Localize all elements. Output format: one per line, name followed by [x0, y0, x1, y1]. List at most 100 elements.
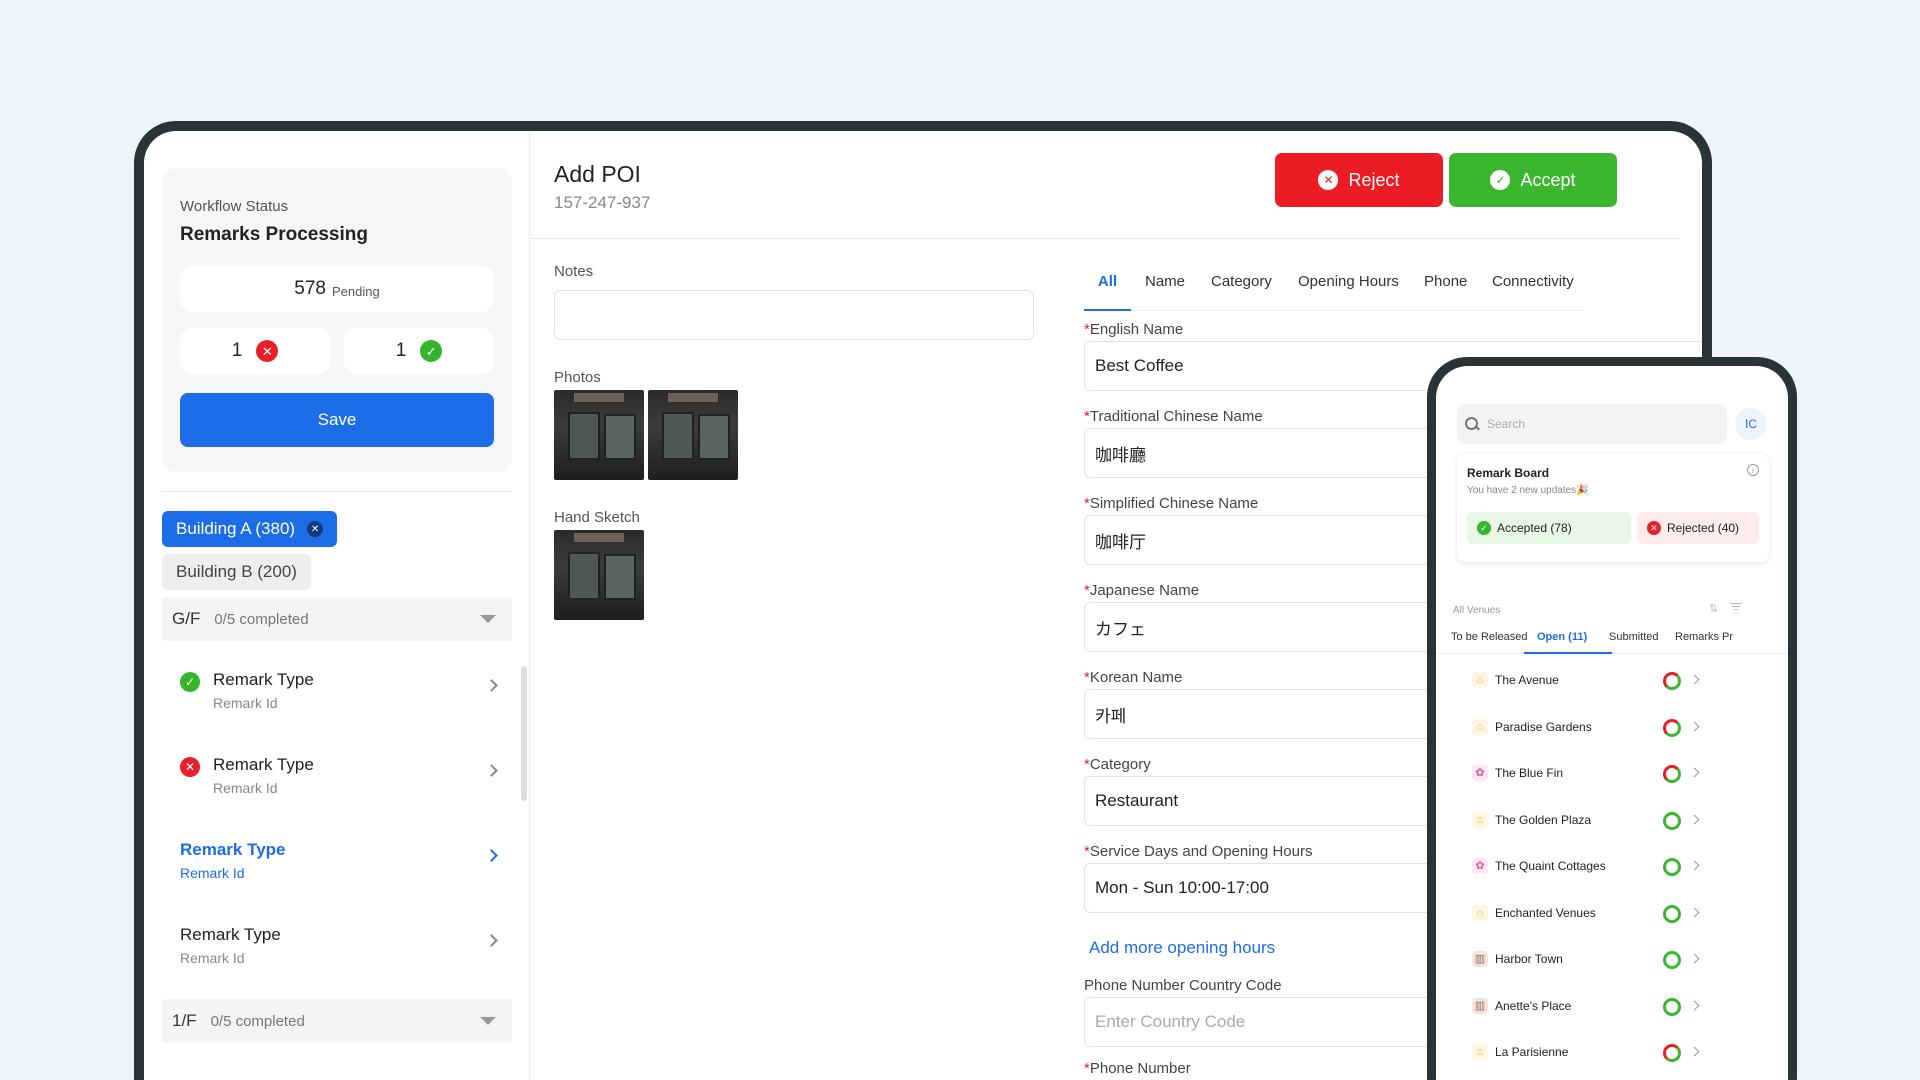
page-title: Add POI: [554, 161, 641, 187]
flower-icon: ✿: [1472, 858, 1488, 874]
venue-row[interactable]: ⌂ The Avenue: [1436, 658, 1788, 704]
notes-input[interactable]: [554, 290, 1034, 340]
venue-name: Paradise Gardens: [1495, 719, 1592, 734]
photo-thumbnail[interactable]: [554, 390, 644, 480]
venue-name: Anette's Place: [1495, 998, 1572, 1013]
remark-id: Remark Id: [213, 780, 278, 796]
chevron-right-icon: [1689, 1000, 1700, 1010]
phone-frame: Search IC Remark Board You have 2 new up…: [1427, 357, 1797, 1080]
mobile-search-input[interactable]: Search: [1457, 404, 1727, 444]
venue-row[interactable]: ⌂ Paradise Gardens: [1436, 705, 1788, 751]
venue-row[interactable]: ✿ The Quaint Cottages: [1436, 844, 1788, 890]
accepted-icon: ✓: [420, 340, 443, 362]
building-chip-label: Building A (380): [176, 519, 296, 538]
remark-item[interactable]: ✕ Remark Type Remark Id: [162, 752, 502, 812]
accept-label: Accept: [1520, 169, 1576, 190]
traditional-chinese-name-label: *Traditional Chinese Name: [1084, 408, 1263, 425]
tab-category[interactable]: Category: [1211, 271, 1272, 311]
venue-name: Harbor Town: [1495, 952, 1563, 966]
chevron-right-icon: [1689, 860, 1700, 871]
status-ring-icon: [1663, 718, 1681, 737]
japanese-name-label: *Japanese Name: [1084, 582, 1200, 599]
floor-header-gf[interactable]: G/F 0/5 completed: [162, 597, 512, 641]
chevron-right-icon: [485, 849, 498, 862]
remark-board-card: Remark Board You have 2 new updates🎉 i ✓…: [1457, 454, 1769, 562]
remark-title: Remark Type: [180, 925, 281, 944]
check-circle-icon: ✓: [1490, 170, 1511, 190]
photo-thumbnail[interactable]: [648, 390, 738, 480]
tab-connectivity[interactable]: Connectivity: [1492, 271, 1574, 311]
simplified-chinese-name-label: *Simplified Chinese Name: [1084, 495, 1259, 512]
status-ring-icon: [1663, 904, 1681, 923]
floor-header-1f[interactable]: 1/F 0/5 completed: [162, 999, 512, 1043]
venue-row[interactable]: ▥ Anette's Place: [1436, 984, 1788, 1030]
building-icon: ⌂: [1472, 1044, 1488, 1060]
field-tabs: All Name Category Opening Hours Phone Co…: [1084, 271, 1584, 311]
phone-screen: Search IC Remark Board You have 2 new up…: [1436, 366, 1788, 1080]
korean-name-label: *Korean Name: [1084, 669, 1183, 686]
building-chip-label: Building B (200): [176, 562, 297, 581]
venue-row[interactable]: ⌂ Enchanted Venues: [1436, 891, 1788, 937]
sketch-thumbnail[interactable]: [554, 530, 644, 620]
status-ring-icon: [1663, 765, 1681, 783]
accept-button[interactable]: ✓ Accept: [1449, 153, 1617, 207]
remarks-sidebar: Workflow Status Remarks Processing 578 P…: [144, 131, 530, 1080]
tab-submitted[interactable]: Submitted: [1609, 631, 1659, 643]
phone-country-code-label: Phone Number Country Code: [1084, 977, 1282, 994]
accepted-counter: 1 ✓: [344, 328, 494, 374]
avatar[interactable]: IC: [1735, 408, 1767, 440]
chevron-right-icon: [1689, 814, 1700, 824]
status-ring-icon: [1663, 811, 1681, 830]
tab-open[interactable]: Open (11): [1537, 631, 1587, 643]
rejected-filter-label: Rejected (40): [1667, 521, 1740, 535]
workflow-status-card: Workflow Status Remarks Processing 578 P…: [162, 168, 512, 472]
tab-name[interactable]: Name: [1145, 271, 1185, 311]
remark-id: Remark Id: [180, 865, 245, 881]
filter-icon[interactable]: [1730, 601, 1742, 612]
remark-item[interactable]: ✓ Remark Type Remark Id: [162, 667, 502, 727]
sidebar-divider: [162, 491, 512, 492]
photos-label: Photos: [554, 369, 601, 386]
sidebar-scrollbar[interactable]: [521, 666, 527, 801]
reject-button[interactable]: ✕ Reject: [1275, 153, 1443, 207]
workflow-status-title: Remarks Processing: [180, 224, 368, 245]
chevron-right-icon: [1689, 1046, 1700, 1057]
venue-row[interactable]: ✿ The Blue Fin: [1436, 751, 1788, 797]
rejected-filter[interactable]: ✕ Rejected (40): [1637, 512, 1759, 544]
pending-count: 578: [294, 278, 326, 299]
add-opening-hours-link[interactable]: Add more opening hours: [1089, 938, 1275, 958]
floor-progress: 0/5 completed: [210, 1012, 305, 1030]
chevron-right-icon: [1689, 674, 1700, 685]
chevron-right-icon: [1689, 953, 1700, 964]
tab-all[interactable]: All: [1084, 271, 1131, 311]
sort-icon[interactable]: ⇅: [1709, 602, 1718, 615]
chevron-right-icon: [485, 679, 498, 692]
search-icon: [1465, 417, 1479, 431]
check-circle-icon: ✓: [1477, 521, 1491, 535]
accepted-filter[interactable]: ✓ Accepted (78): [1467, 512, 1631, 544]
accepted-status-icon: ✓: [180, 672, 200, 692]
venue-row[interactable]: ⌂ The Golden Plaza: [1436, 798, 1788, 844]
tab-to-be-released[interactable]: To be Released: [1451, 631, 1527, 643]
english-name-label: *English Name: [1084, 321, 1184, 338]
floor-name: G/F: [172, 609, 201, 628]
save-button[interactable]: Save: [180, 393, 494, 447]
remark-title: Remark Type: [213, 755, 314, 774]
tab-phone[interactable]: Phone: [1424, 271, 1467, 311]
venue-row[interactable]: ▥ Harbor Town: [1436, 937, 1788, 983]
venue-row[interactable]: ⌂ La Parisienne: [1436, 1030, 1788, 1076]
tab-remarks[interactable]: Remarks Pr: [1675, 631, 1733, 643]
info-icon[interactable]: i: [1747, 464, 1759, 476]
floor-progress: 0/5 completed: [214, 610, 309, 628]
remark-item[interactable]: Remark Type Remark Id: [162, 922, 502, 982]
caret-down-icon: [480, 1017, 496, 1025]
tab-opening-hours[interactable]: Opening Hours: [1298, 271, 1399, 311]
venue-name: Enchanted Venues: [1495, 905, 1596, 920]
accepted-filter-label: Accepted (78): [1497, 521, 1572, 535]
remark-item-active[interactable]: Remark Type Remark Id: [162, 837, 502, 897]
close-icon[interactable]: ✕: [307, 521, 324, 537]
office-icon: ▥: [1472, 997, 1488, 1014]
caret-down-icon: [480, 615, 496, 623]
building-chip-b[interactable]: Building B (200): [162, 554, 311, 590]
building-chip-a[interactable]: Building A (380) ✕: [162, 511, 338, 547]
